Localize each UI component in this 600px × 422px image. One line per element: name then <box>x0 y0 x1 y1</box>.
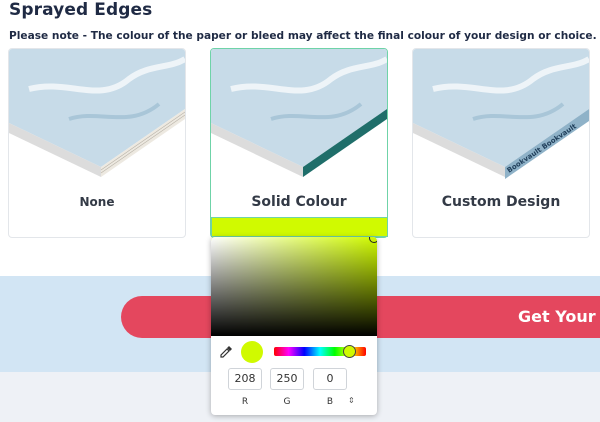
note-text: Please note - The colour of the paper or… <box>9 30 597 42</box>
color-preview-circle <box>241 341 263 363</box>
section-title: Sprayed Edges <box>9 0 153 20</box>
red-label: R <box>241 397 249 407</box>
option-solid-colour-label: Solid Colour <box>251 194 347 210</box>
book-none-image <box>9 49 185 179</box>
book-custom-design-image: Bookvault Bookvault <box>413 49 589 179</box>
blue-label: B <box>326 397 334 407</box>
option-custom-design-label: Custom Design <box>441 194 561 210</box>
option-solid-colour-card[interactable]: Solid Colour <box>210 48 388 238</box>
selected-color-swatch[interactable] <box>211 217 388 237</box>
blue-value-input[interactable]: 0 <box>313 368 347 390</box>
book-solid-colour-image <box>211 49 387 179</box>
green-value-input[interactable]: 250 <box>270 368 304 390</box>
option-custom-design-card[interactable]: Bookvault Bookvault Custom Design <box>412 48 590 238</box>
option-none-card[interactable]: None <box>8 48 186 238</box>
cta-label: Get Your O <box>518 307 600 326</box>
hue-slider-handle[interactable] <box>343 345 356 358</box>
red-value-input[interactable]: 208 <box>228 368 262 390</box>
color-picker-popup: 208 250 0 R G B ⇕ <box>211 237 377 415</box>
green-label: G <box>283 397 291 407</box>
eyedropper-icon[interactable] <box>219 345 233 359</box>
saturation-handle[interactable] <box>369 237 377 243</box>
option-none-label: None <box>79 195 115 209</box>
saturation-area[interactable] <box>211 237 377 336</box>
format-toggle-icon[interactable]: ⇕ <box>348 396 355 405</box>
